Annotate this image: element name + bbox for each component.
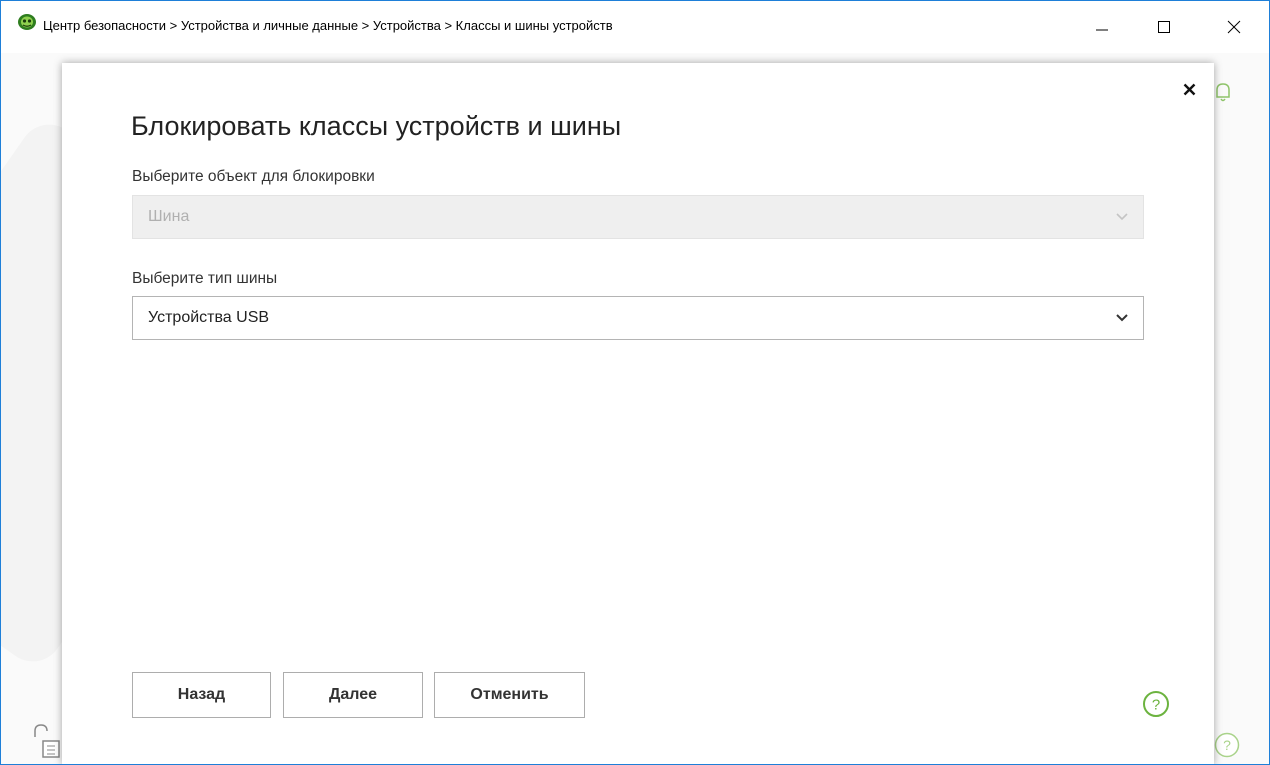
app-window: Центр безопасности > Устройства и личные… — [0, 0, 1270, 765]
object-select-label: Выберите объект для блокировки — [132, 168, 375, 185]
minimize-icon — [1096, 29, 1108, 31]
maximize-icon — [1158, 21, 1170, 33]
block-device-dialog: Блокировать классы устройств и шины Выбе… — [62, 63, 1214, 764]
help-icon[interactable]: ? — [1142, 690, 1170, 718]
dialog-title: Блокировать классы устройств и шины — [131, 111, 622, 141]
maximize-button[interactable] — [1141, 1, 1187, 53]
back-button[interactable]: Назад — [132, 672, 271, 718]
chevron-down-icon — [1116, 213, 1128, 221]
spider-logo-icon — [18, 14, 36, 30]
chevron-down-icon — [1116, 314, 1128, 322]
lock-icon[interactable] — [31, 723, 61, 759]
next-button[interactable]: Далее — [283, 672, 423, 718]
minimize-button[interactable] — [1079, 1, 1125, 53]
notification-bell-icon[interactable] — [1213, 81, 1233, 103]
cancel-button[interactable]: Отменить — [434, 672, 585, 718]
bus-type-label: Выберите тип шины — [132, 270, 278, 287]
dialog-close-button[interactable] — [1177, 77, 1201, 101]
close-icon — [1227, 20, 1241, 34]
title-bar: Центр безопасности > Устройства и личные… — [1, 1, 1269, 53]
svg-text:?: ? — [1152, 697, 1160, 714]
svg-text:?: ? — [1223, 737, 1231, 753]
object-select-disabled: Шина — [132, 195, 1144, 239]
help-icon[interactable]: ? — [1214, 732, 1240, 758]
window-close-button[interactable] — [1211, 1, 1257, 53]
window-title: Центр безопасности > Устройства и личные… — [43, 18, 613, 33]
object-select-value: Шина — [148, 208, 190, 225]
bus-type-select-value: Устройства USB — [148, 309, 270, 326]
bus-type-select[interactable]: Устройства USB — [132, 296, 1144, 340]
close-icon — [1183, 83, 1195, 95]
